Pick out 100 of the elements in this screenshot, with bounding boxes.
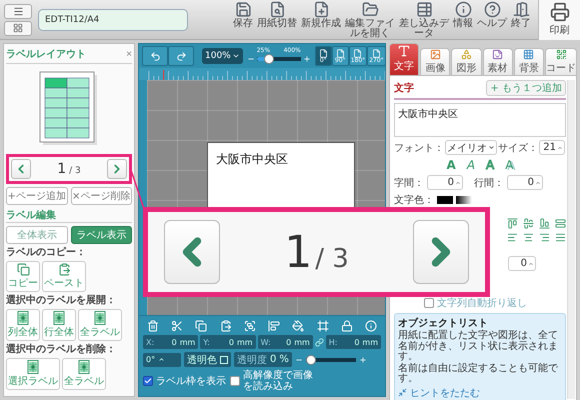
align-right-icon[interactable]: [539, 232, 550, 243]
align-bottom-icon[interactable]: [539, 218, 550, 229]
dimension-field[interactable]: Y: 0 mm: [200, 335, 256, 349]
text-input[interactable]: 大阪市中央区: [394, 103, 566, 137]
dimension-field[interactable]: H: 0 mm: [326, 335, 381, 349]
spacing-field[interactable]: 0: [507, 175, 543, 190]
copy-icon: [195, 320, 208, 332]
label-sheet-icon: [93, 311, 107, 325]
toolbar-button[interactable]: 編集ファイルを開く: [344, 0, 396, 38]
tool-button[interactable]: [364, 320, 377, 332]
zoom-select[interactable]: 100%: [202, 48, 243, 64]
tool-button[interactable]: [244, 320, 256, 332]
grid-view-button[interactable]: [4, 20, 32, 36]
hint-text: 名前は自由に設定することも可能です。: [398, 364, 559, 384]
toolbar-button[interactable]: 終了: [510, 0, 532, 28]
next-page-button[interactable]: [106, 159, 127, 179]
page-button[interactable]: +ページ追加: [6, 187, 68, 205]
label-action-button[interactable]: 選択ラベル: [6, 358, 60, 390]
field-label: 文字色：: [394, 194, 434, 207]
transparent-color-button[interactable]: 透明色: [184, 352, 231, 367]
slider-thumb[interactable]: [264, 54, 274, 64]
label-action-button[interactable]: ペースト: [42, 261, 86, 292]
number-field[interactable]: 0: [508, 256, 536, 271]
previous-page-button[interactable]: [164, 220, 220, 284]
tab[interactable]: 素材: [482, 48, 513, 75]
toolbar-button[interactable]: 新規作成: [300, 0, 342, 28]
tab[interactable]: 画像: [420, 48, 450, 75]
tab[interactable]: 背景: [514, 48, 544, 75]
tool-button[interactable]: [195, 320, 208, 332]
checkbox[interactable]: [143, 376, 153, 386]
tool-button[interactable]: [340, 320, 353, 332]
justify-icon[interactable]: [555, 232, 566, 243]
toolbar-button[interactable]: 差し込みデータ: [398, 0, 450, 38]
toolbar-button[interactable]: 情報: [452, 0, 474, 28]
tool-button[interactable]: [268, 320, 280, 332]
spacing-field[interactable]: 0: [427, 175, 463, 190]
scrollbar[interactable]: [567, 80, 575, 398]
undo-button[interactable]: [142, 46, 168, 66]
text-style-button[interactable]: A: [501, 158, 518, 172]
grid-icon: [523, 49, 534, 60]
plus-icon[interactable]: [358, 356, 367, 364]
zoom-in-icon[interactable]: [302, 55, 311, 63]
info-icon: [454, 0, 472, 18]
label-sheet-icon: [52, 311, 66, 325]
section-title: ラベル編集: [6, 208, 132, 223]
checkbox[interactable]: [424, 298, 434, 308]
copy-icon: [16, 263, 30, 276]
redo-button[interactable]: [168, 46, 194, 66]
opacity-field[interactable]: 透明度 0 %: [234, 352, 292, 367]
page-icon: [318, 48, 328, 58]
tool-button[interactable]: [292, 320, 304, 332]
label-action-button[interactable]: 全ラベル: [78, 309, 122, 341]
align-middle-icon[interactable]: [523, 218, 534, 229]
info-icon: [364, 320, 377, 332]
next-page-button[interactable]: [412, 220, 469, 284]
page-button[interactable]: ×ページ削除: [70, 187, 132, 205]
close-button[interactable]: ×: [126, 48, 132, 60]
font-select[interactable]: メイリオ: [445, 140, 497, 155]
color-swatch[interactable]: [437, 196, 453, 204]
align-left-icon[interactable]: [507, 232, 518, 243]
dimension-field[interactable]: W: 0 mm: [258, 335, 313, 349]
tab[interactable]: コード: [545, 48, 578, 75]
label-action-button[interactable]: 列全体: [6, 309, 40, 341]
toolbar-button[interactable]: ヘルプ: [476, 0, 508, 28]
tab[interactable]: 図形: [451, 48, 482, 75]
tab[interactable]: 文字: [389, 43, 420, 75]
folder-icon: [362, 0, 378, 18]
tool-button[interactable]: [147, 320, 159, 332]
angle-field[interactable]: 0°: [143, 352, 181, 366]
save-icon: [234, 0, 252, 18]
filename-field[interactable]: EDT-TI12/A4: [38, 8, 188, 30]
text-style-button[interactable]: A: [462, 158, 480, 172]
tool-button[interactable]: [316, 320, 329, 332]
slider-thumb[interactable]: [306, 354, 316, 364]
field-label: 行間：: [474, 176, 504, 190]
view-toggle[interactable]: ラベル表示: [70, 226, 132, 244]
tool-button[interactable]: [220, 320, 232, 332]
label-action-button[interactable]: 行全体: [42, 309, 76, 341]
spinner-icon: [535, 180, 541, 186]
gradient-swatch[interactable]: [456, 196, 472, 204]
paste-icon: [58, 263, 70, 276]
toolbar-button[interactable]: 保存: [232, 0, 254, 28]
menu-button[interactable]: [4, 4, 32, 18]
previous-page-button[interactable]: [11, 159, 31, 179]
tool-button[interactable]: [171, 320, 184, 332]
section-title: 文字: [394, 81, 414, 95]
stretch-icon[interactable]: [555, 218, 566, 229]
print-button[interactable]: 印刷: [538, 0, 580, 40]
link-icon[interactable]: [314, 338, 324, 346]
toolbar-button[interactable]: 用紙切替: [256, 0, 298, 28]
label-action-button[interactable]: コピー: [6, 261, 40, 292]
checkbox[interactable]: [230, 376, 240, 386]
align-center-icon[interactable]: [523, 232, 534, 243]
checkbox-label: 高解像度で画像を読み込み: [243, 370, 314, 392]
size-field[interactable]: 21: [539, 140, 565, 155]
dimension-field[interactable]: X: 0 mm: [143, 335, 198, 349]
text-style-button[interactable]: A: [442, 158, 460, 172]
collapse-hint-link[interactable]: ヒントをたたむ: [398, 386, 562, 400]
align-top-icon[interactable]: [507, 218, 518, 229]
label-action-button[interactable]: 全ラベル: [62, 358, 106, 390]
